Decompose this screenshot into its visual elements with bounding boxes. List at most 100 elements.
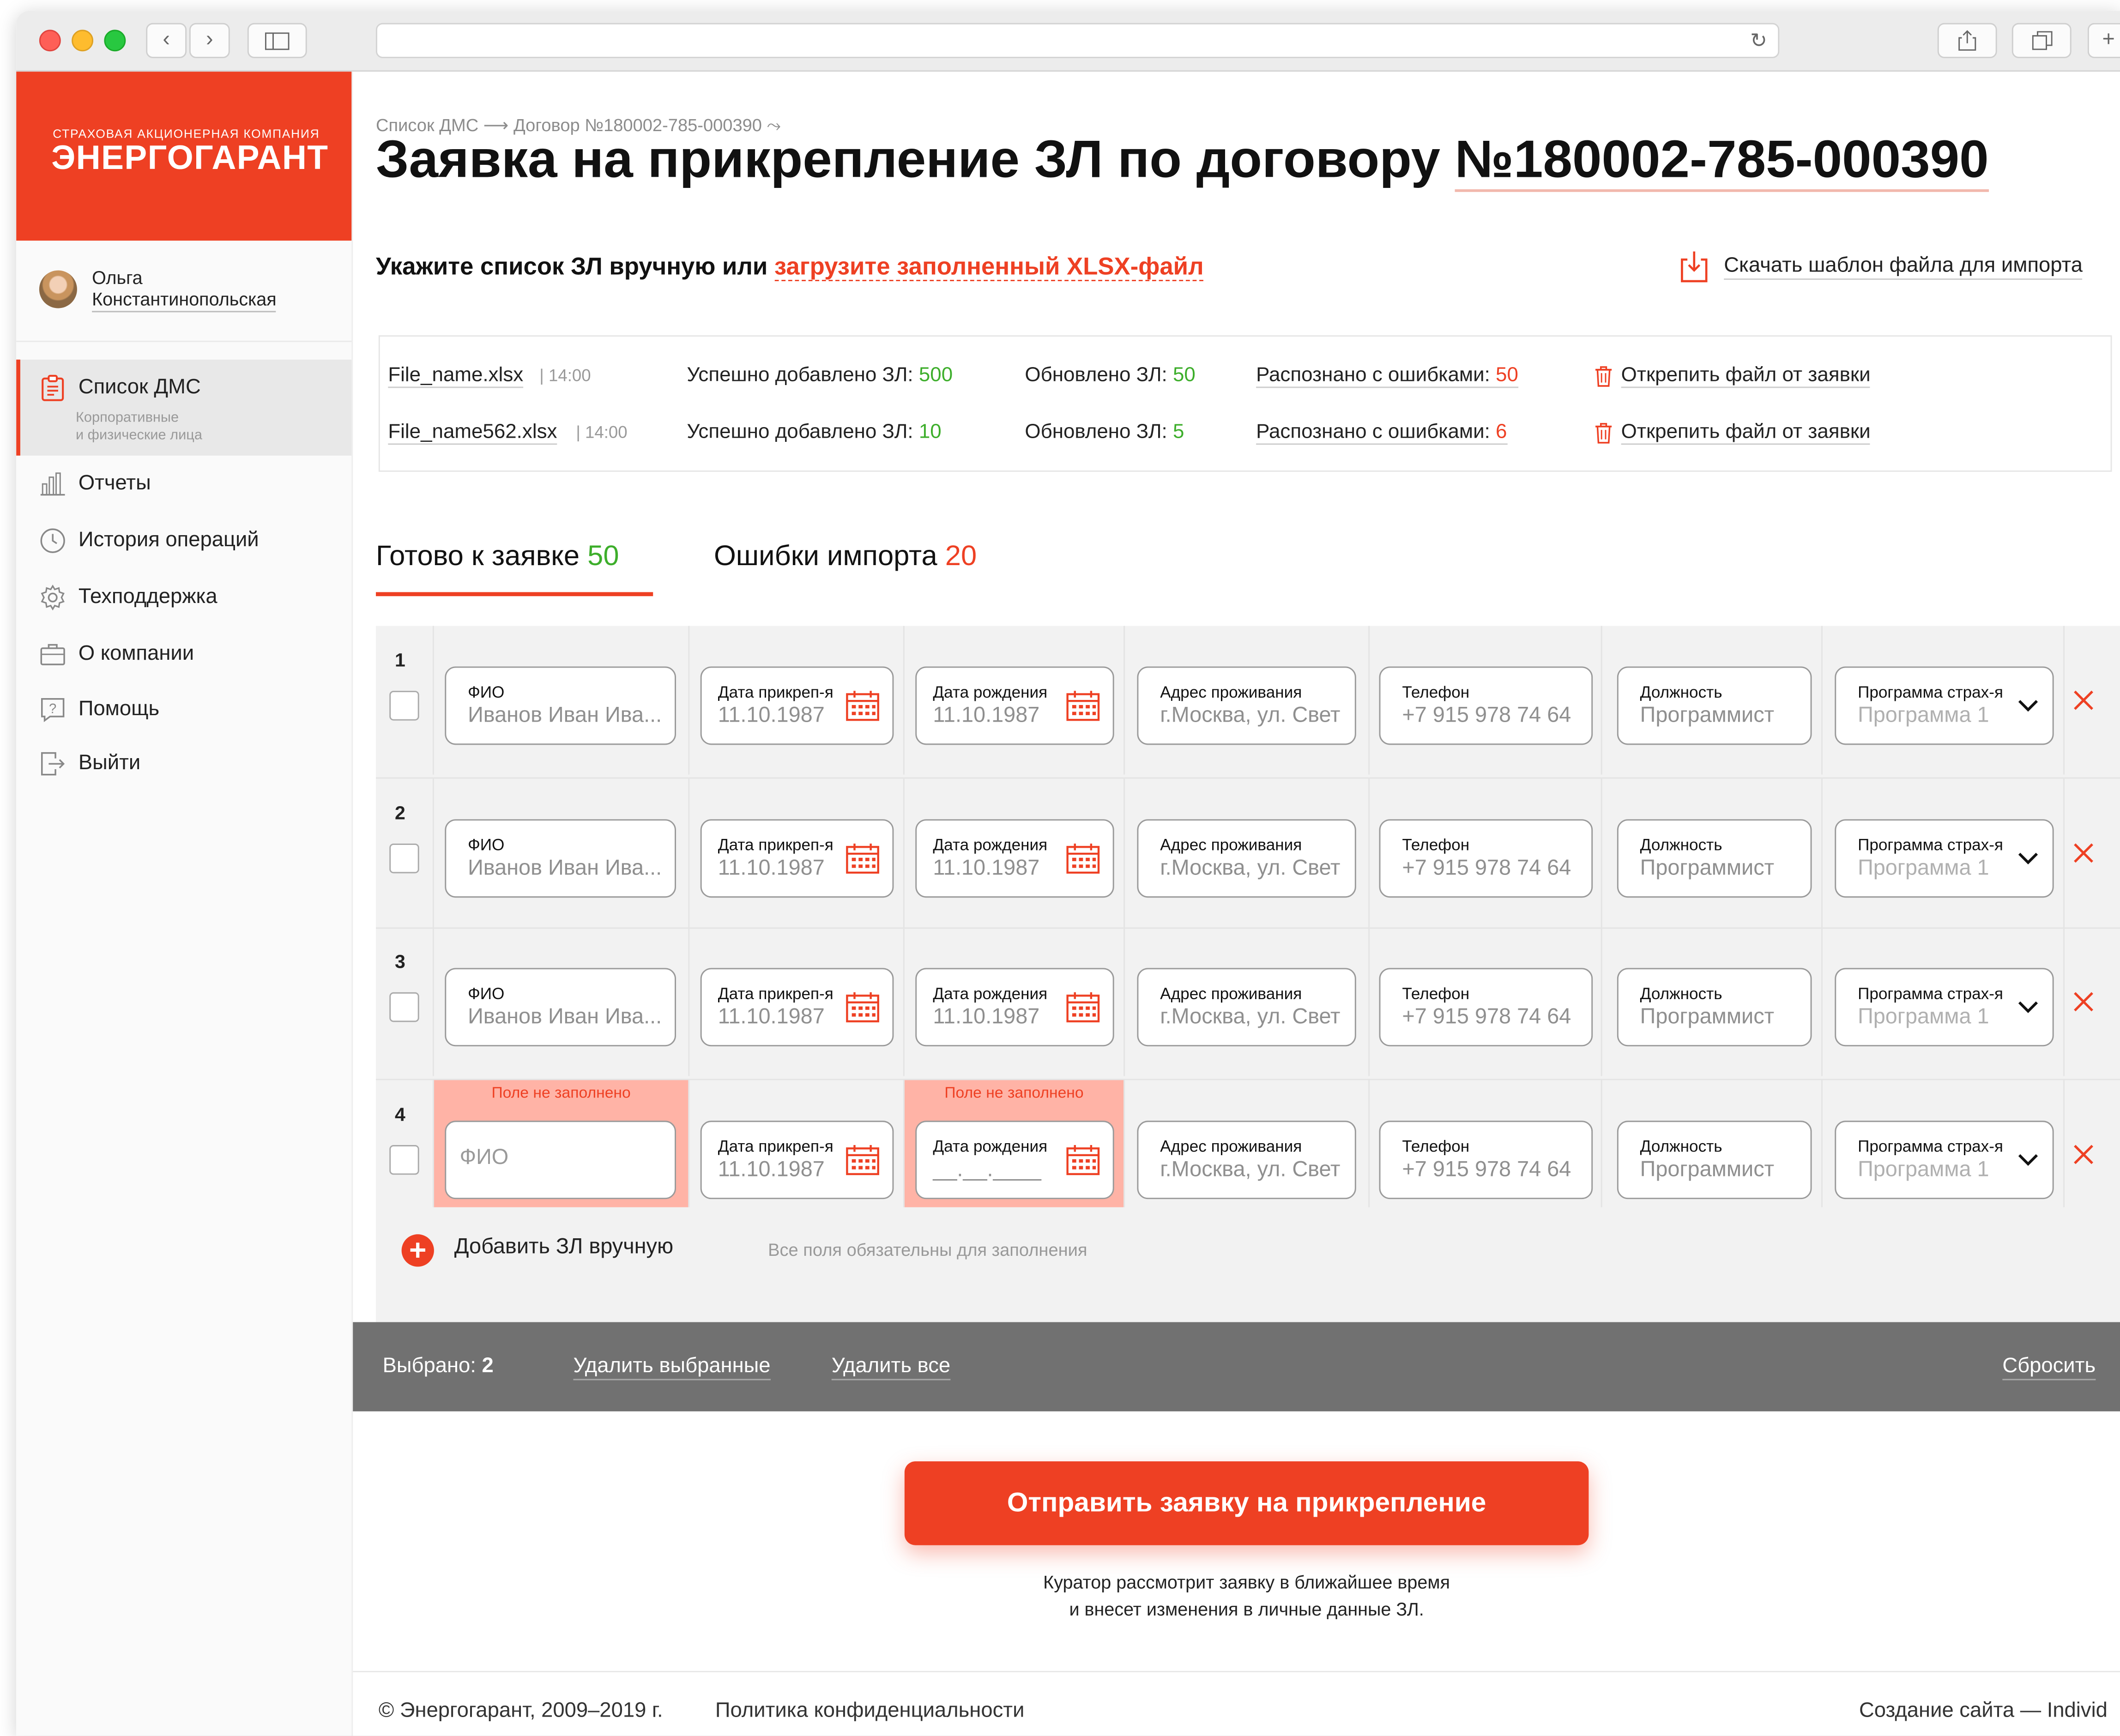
row-checkbox[interactable]	[389, 844, 419, 874]
sidebar-item-support[interactable]: Техподдержка	[38, 583, 217, 612]
address-value: г.Москва, ул. Свет	[1160, 704, 1341, 728]
detach-file-button[interactable]: Открепить файл от заявки	[1594, 421, 1871, 445]
birth-date-field[interactable]: Дата рождения 11.10.1987	[915, 968, 1114, 1047]
sidebar-item-logout[interactable]: Выйти	[38, 749, 140, 778]
file-errors-count: 6	[1496, 420, 1507, 444]
column-divider	[2063, 1080, 2065, 1229]
program-select[interactable]: Программа страх-я Программа 1	[1835, 666, 2054, 745]
file-errors-link[interactable]: Распознано с ошибками: 6	[1256, 421, 1507, 445]
calendar-icon[interactable]	[1065, 842, 1100, 881]
reload-icon[interactable]: ↻	[1750, 28, 1767, 53]
tab-ready[interactable]: Готово к заявке 50	[376, 541, 619, 573]
attach-date-field[interactable]: Дата прикреп-я 11.10.1987	[700, 1121, 894, 1200]
developer-credit-link[interactable]: Создание сайта — Individ	[1859, 1699, 2108, 1724]
fio-field[interactable]: ФИО Иванов Иван Ива...	[445, 819, 676, 898]
program-select[interactable]: Программа страх-я Программа 1	[1835, 968, 2054, 1047]
reset-button[interactable]: Сбросить	[2002, 1355, 2096, 1380]
maximize-window-button[interactable]	[104, 30, 126, 52]
fio-field[interactable]: ФИО Иванов Иван Ива...	[445, 968, 676, 1047]
delete-row-button[interactable]	[2073, 988, 2095, 1018]
delete-row-button[interactable]	[2073, 839, 2095, 869]
detach-file-label: Открепить файл от заявки	[1621, 364, 1871, 388]
file-name[interactable]: File_name.xlsx	[388, 364, 524, 388]
back-button[interactable]: ‹	[146, 23, 187, 58]
position-field[interactable]: Должность Программист	[1617, 819, 1812, 898]
calendar-icon[interactable]	[1065, 689, 1100, 729]
tabs-icon	[2031, 31, 2052, 50]
calendar-icon[interactable]	[1065, 1144, 1100, 1183]
delete-row-button[interactable]	[2073, 687, 2095, 716]
company-logo[interactable]: Страховая акционерная компания ЭНЕРГОГАР…	[16, 72, 352, 241]
minimize-window-button[interactable]	[72, 30, 94, 52]
table-row: 1 ФИО Иванов Иван Ива... Дата прикреп-я 11.1…	[375, 626, 2120, 779]
phone-value: +7 915 978 74 64	[1402, 1006, 1571, 1029]
attach-date-field[interactable]: Дата прикреп-я 11.10.1987	[700, 968, 894, 1047]
fio-value: Иванов Иван Ива...	[468, 704, 662, 728]
phone-field[interactable]: Телефон +7 915 978 74 64	[1379, 819, 1593, 898]
attach-date-field[interactable]: Дата прикреп-я 11.10.1987	[700, 819, 894, 898]
sidebar-item-reports[interactable]: Отчеты	[38, 469, 151, 499]
row-checkbox[interactable]	[389, 691, 419, 721]
file-added: Успешно добавлено ЗЛ: 500	[687, 364, 953, 387]
contract-number-link[interactable]: №180002-785-000390	[1455, 131, 1989, 192]
privacy-policy-link[interactable]: Политика конфиденциальности	[715, 1699, 1025, 1724]
birth-date-field[interactable]: Дата рождения __.__.____	[915, 1121, 1114, 1200]
address-field[interactable]: Адрес проживания г.Москва, ул. Свет	[1137, 1121, 1356, 1200]
file-errors-link[interactable]: Распознано с ошибками: 50	[1256, 364, 1518, 388]
file-name[interactable]: File_name562.xlsx	[388, 421, 557, 445]
calendar-icon[interactable]	[845, 842, 880, 881]
sidebar-item-history[interactable]: История операций	[38, 526, 259, 555]
forward-button[interactable]: ›	[189, 23, 230, 58]
add-person-label[interactable]: Добавить ЗЛ вручную	[454, 1236, 673, 1260]
position-field[interactable]: Должность Программист	[1617, 666, 1812, 745]
birth-date-label: Дата рождения	[933, 1137, 1048, 1156]
active-tab-indicator	[375, 592, 653, 597]
sidebar-toggle-button[interactable]	[247, 23, 307, 58]
user-profile[interactable]: Ольга Константинопольская	[16, 241, 352, 342]
delete-selected-button[interactable]: Удалить выбранные	[573, 1355, 771, 1380]
calendar-icon[interactable]	[845, 991, 880, 1030]
download-template-link[interactable]: Скачать шаблон файла для импорта	[1678, 249, 2083, 284]
calendar-icon[interactable]	[845, 1144, 880, 1183]
user-last-name[interactable]: Константинопольская	[92, 289, 277, 313]
address-field[interactable]: Адрес проживания г.Москва, ул. Свет	[1137, 666, 1356, 745]
attach-date-field[interactable]: Дата прикреп-я 11.10.1987	[700, 666, 894, 745]
program-select[interactable]: Программа страх-я Программа 1	[1835, 819, 2054, 898]
add-person-button[interactable]: +	[401, 1234, 434, 1267]
sidebar-item-about[interactable]: О компании	[38, 639, 194, 669]
calendar-icon[interactable]	[1065, 991, 1100, 1030]
address-field[interactable]: Адрес проживания г.Москва, ул. Свет	[1137, 968, 1356, 1047]
share-button[interactable]	[1937, 23, 1997, 58]
tabs-button[interactable]	[2011, 23, 2072, 58]
sidebar-item-dms-list-label[interactable]: Список ДМС	[38, 373, 201, 403]
phone-field[interactable]: Телефон +7 915 978 74 64	[1379, 1121, 1593, 1200]
upload-xlsx-link[interactable]: загрузите заполненный XLSX-файл	[774, 253, 1204, 282]
column-divider	[2063, 927, 2065, 1076]
delete-all-button[interactable]: Удалить все	[831, 1355, 951, 1380]
position-field[interactable]: Должность Программист	[1617, 1121, 1812, 1200]
close-window-button[interactable]	[39, 30, 61, 52]
address-field[interactable]: Адрес проживания г.Москва, ул. Свет	[1137, 819, 1356, 898]
birth-date-field[interactable]: Дата рождения 11.10.1987	[915, 819, 1114, 898]
delete-row-button[interactable]	[2073, 1141, 2095, 1170]
calendar-icon[interactable]	[845, 689, 880, 729]
new-tab-button[interactable]: +	[2087, 23, 2120, 58]
row-checkbox[interactable]	[389, 992, 419, 1022]
fio-field[interactable]: ФИО Иванов Иван Ива...	[445, 666, 676, 745]
footer: © Энергогарант, 2009–2019 г. Политика ко…	[353, 1671, 2120, 1736]
phone-field[interactable]: Телефон +7 915 978 74 64	[1379, 968, 1593, 1047]
tab-import-errors[interactable]: Ошибки импорта 20	[714, 541, 977, 573]
fio-field[interactable]: ФИО	[445, 1121, 676, 1200]
row-number: 3	[394, 950, 405, 972]
sidebar-item-help[interactable]: ? Помощь	[38, 695, 159, 724]
address-bar[interactable]: ↻	[375, 23, 1780, 58]
fio-value: Иванов Иван Ива...	[468, 857, 662, 880]
row-checkbox[interactable]	[389, 1145, 419, 1175]
position-field[interactable]: Должность Программист	[1617, 968, 1812, 1047]
detach-file-button[interactable]: Открепить файл от заявки	[1594, 364, 1871, 388]
phone-field[interactable]: Телефон +7 915 978 74 64	[1379, 666, 1593, 745]
submit-request-button[interactable]: Отправить заявку на прикрепление	[904, 1461, 1589, 1545]
program-select[interactable]: Программа страх-я Программа 1	[1835, 1121, 2054, 1200]
birth-date-field[interactable]: Дата рождения 11.10.1987	[915, 666, 1114, 745]
file-updated: Обновлено ЗЛ: 5	[1025, 421, 1184, 444]
